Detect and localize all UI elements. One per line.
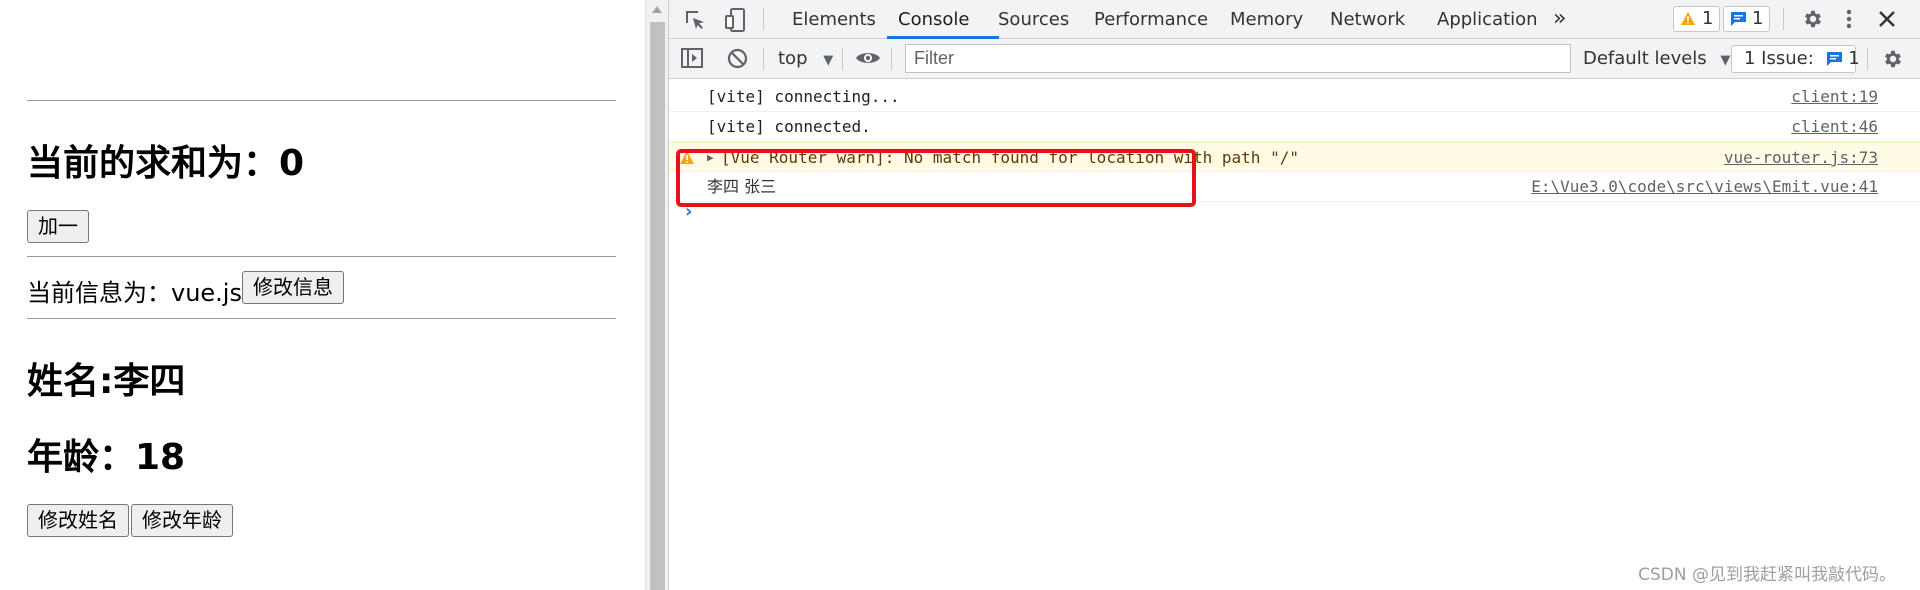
separator bbox=[891, 48, 892, 70]
close-icon[interactable] bbox=[1878, 10, 1896, 28]
console-source-link[interactable]: vue-router.js:73 bbox=[1724, 143, 1878, 173]
tab-application[interactable]: Application bbox=[1437, 0, 1538, 38]
highlight-annotation-box bbox=[676, 149, 1196, 207]
context-selector[interactable]: top ▼ bbox=[778, 39, 833, 78]
filter-input[interactable]: Filter bbox=[905, 44, 1571, 73]
info-text: 当前信息为：vue.js bbox=[27, 279, 242, 307]
separator bbox=[1783, 8, 1784, 30]
inspect-element-icon[interactable] bbox=[683, 8, 707, 32]
message-icon bbox=[1826, 52, 1842, 66]
more-options-icon[interactable] bbox=[1844, 8, 1854, 30]
name-heading: 姓名:李四 bbox=[27, 361, 186, 402]
sum-heading: 当前的求和为：0 bbox=[27, 143, 305, 184]
issues-button[interactable]: 1 Issue: 1 bbox=[1731, 45, 1860, 73]
message-icon bbox=[1731, 12, 1746, 26]
separator bbox=[763, 48, 764, 70]
separator bbox=[1867, 48, 1868, 70]
tab-performance[interactable]: Performance bbox=[1094, 0, 1208, 38]
context-label: top bbox=[778, 48, 808, 69]
console-message: [vite] connected. bbox=[707, 117, 871, 136]
log-levels-label: Default levels bbox=[1583, 48, 1707, 69]
eye-icon[interactable] bbox=[855, 50, 881, 66]
edit-age-button[interactable]: 修改年龄 bbox=[131, 504, 233, 537]
log-levels-dropdown[interactable]: Default levels ▼ bbox=[1583, 39, 1730, 78]
console-row: [vite] connecting... client:19 bbox=[669, 82, 1920, 112]
chevron-down-icon: ▼ bbox=[1720, 53, 1731, 68]
age-heading: 年龄：18 bbox=[27, 437, 186, 478]
messages-badge[interactable]: 1 bbox=[1723, 6, 1771, 32]
clear-console-icon[interactable] bbox=[727, 48, 748, 69]
tab-memory[interactable]: Memory bbox=[1230, 0, 1303, 38]
divider bbox=[27, 318, 616, 319]
devtools-panel: Elements Console Sources Performance Mem… bbox=[668, 0, 1920, 590]
page-scrollbar[interactable] bbox=[645, 0, 668, 590]
tab-console[interactable]: Console bbox=[898, 0, 969, 38]
settings-gear-icon[interactable] bbox=[1802, 8, 1824, 30]
messages-count: 1 bbox=[1752, 8, 1764, 29]
divider bbox=[27, 100, 616, 101]
console-settings-gear-icon[interactable] bbox=[1882, 48, 1904, 70]
watermark: CSDN @见到我赶紧叫我敲代码。 bbox=[1638, 565, 1896, 585]
sidebar-toggle-icon[interactable] bbox=[681, 48, 703, 68]
tab-network[interactable]: Network bbox=[1330, 0, 1405, 38]
divider bbox=[27, 256, 616, 257]
warnings-badge[interactable]: 1 bbox=[1673, 6, 1721, 32]
app-page: 当前的求和为：0 加一 当前信息为：vue.js 修改信息 姓名:李四 年龄：1… bbox=[0, 0, 645, 590]
issues-label: 1 Issue: bbox=[1744, 48, 1814, 69]
tab-elements[interactable]: Elements bbox=[792, 0, 876, 38]
separator bbox=[842, 48, 843, 70]
tab-sources[interactable]: Sources bbox=[998, 0, 1069, 38]
scroll-thumb[interactable] bbox=[650, 22, 665, 590]
console-source-link[interactable]: E:\Vue3.0\code\src\views\Emit.vue:41 bbox=[1531, 172, 1878, 202]
warning-icon bbox=[1681, 12, 1695, 25]
edit-name-button[interactable]: 修改姓名 bbox=[27, 504, 129, 537]
console-source-link[interactable]: client:46 bbox=[1791, 112, 1878, 142]
edit-info-button[interactable]: 修改信息 bbox=[242, 271, 344, 304]
separator bbox=[763, 8, 764, 30]
devtools-tab-bar: Elements Console Sources Performance Mem… bbox=[669, 0, 1920, 39]
more-tabs-button[interactable]: » bbox=[1553, 0, 1566, 38]
console-toolbar: top ▼ Filter Default levels ▼ 1 Issue: 1 bbox=[669, 39, 1920, 79]
chevron-down-icon: ▼ bbox=[823, 53, 834, 68]
warnings-count: 1 bbox=[1702, 8, 1714, 29]
console-row: [vite] connected. client:46 bbox=[669, 112, 1920, 142]
add-one-button[interactable]: 加一 bbox=[27, 210, 89, 243]
console-source-link[interactable]: client:19 bbox=[1791, 82, 1878, 112]
issues-count: 1 bbox=[1848, 48, 1860, 69]
console-message: [vite] connecting... bbox=[707, 87, 900, 106]
scroll-up-arrow-icon[interactable] bbox=[652, 6, 662, 13]
device-toolbar-icon[interactable] bbox=[724, 7, 748, 33]
